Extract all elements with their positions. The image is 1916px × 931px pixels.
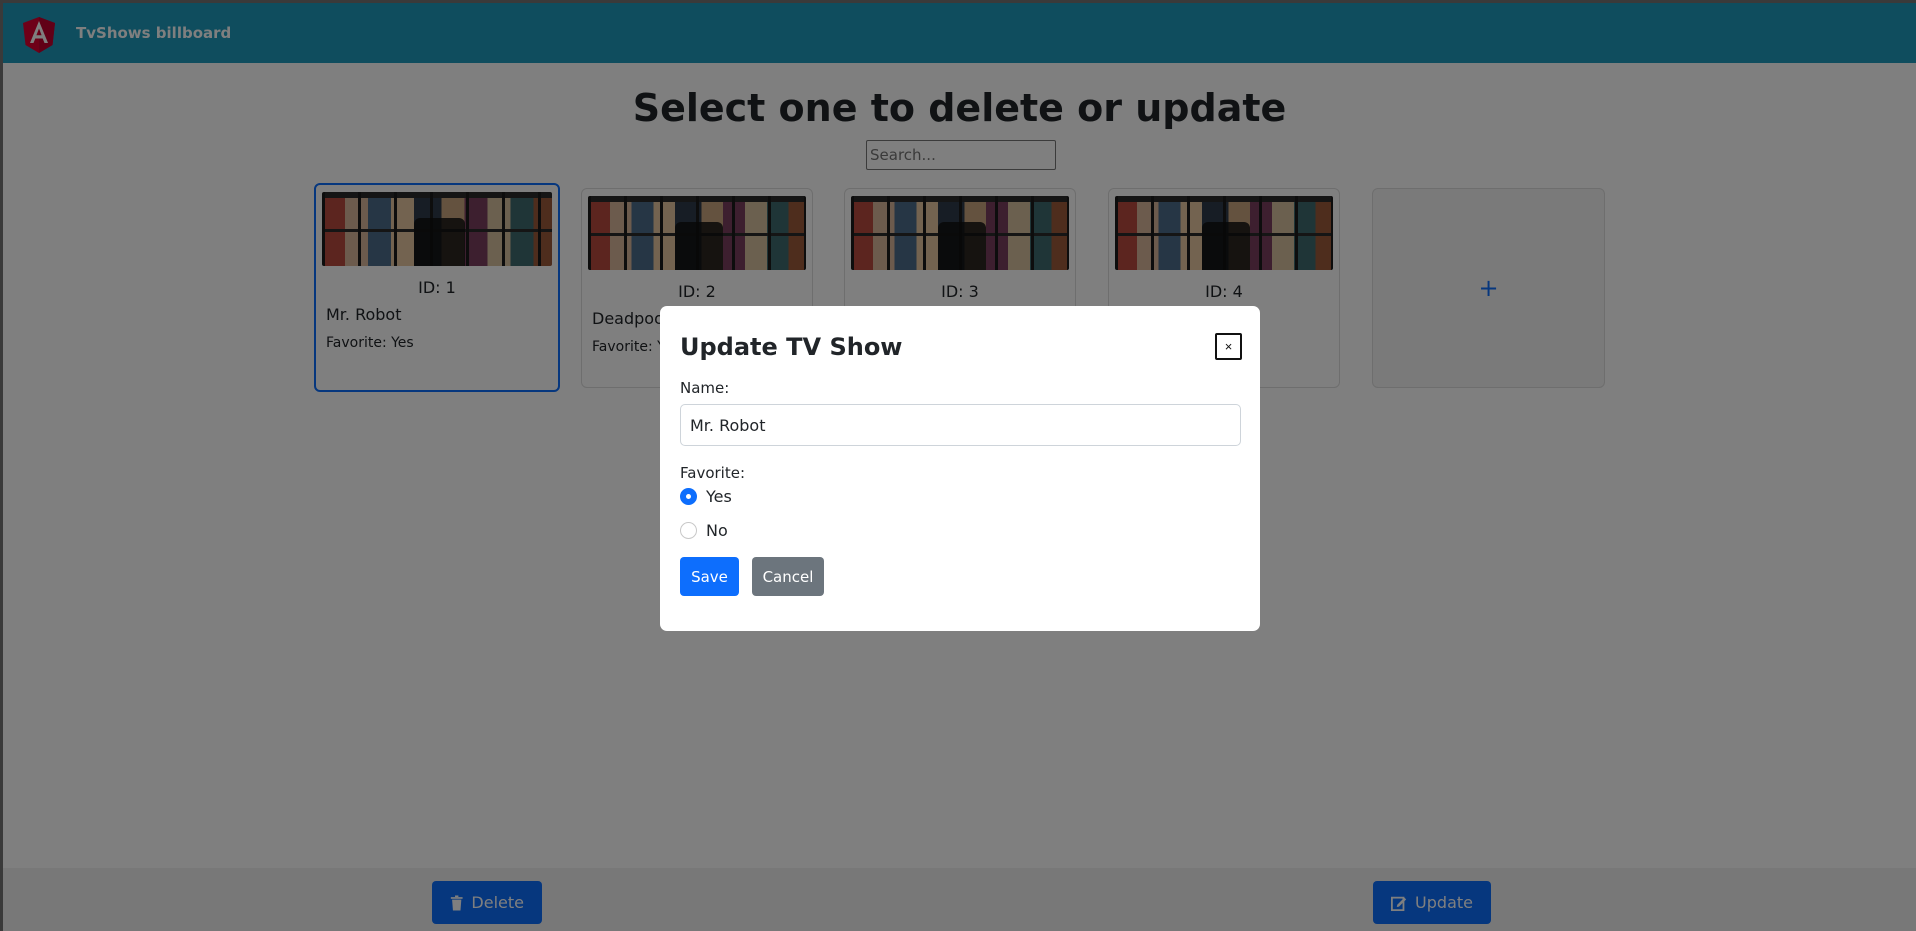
close-button[interactable]: × (1215, 333, 1242, 360)
favorite-option-no[interactable]: No (680, 521, 728, 540)
radio-no-label: No (706, 521, 728, 540)
radio-no[interactable] (680, 522, 697, 539)
app-window: TvShows billboard Select one to delete o… (3, 3, 1916, 931)
name-input[interactable] (680, 404, 1241, 446)
favorite-label: Favorite: (680, 464, 745, 482)
favorite-option-yes[interactable]: Yes (680, 487, 732, 506)
cancel-button[interactable]: Cancel (752, 557, 824, 596)
save-button[interactable]: Save (680, 557, 739, 596)
name-label: Name: (680, 379, 730, 397)
modal-title: Update TV Show (680, 333, 903, 361)
radio-yes-label: Yes (706, 487, 732, 506)
radio-yes[interactable] (680, 488, 697, 505)
update-show-modal: Update TV Show × Name: Favorite: Yes No … (660, 306, 1260, 631)
